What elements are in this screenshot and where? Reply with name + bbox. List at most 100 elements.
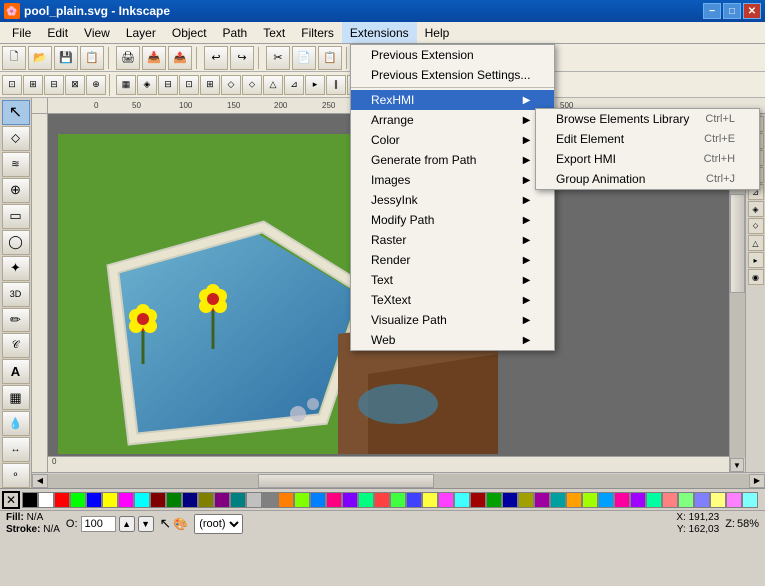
color-swatch[interactable] [150,492,166,508]
cut-button[interactable]: ✂ [266,46,290,70]
ext-web[interactable]: Web ▶ [351,330,554,350]
print-button[interactable]: 🖨 [116,46,140,70]
color-swatch[interactable] [38,492,54,508]
undo-button[interactable]: ↩ [204,46,228,70]
color-swatch[interactable] [630,492,646,508]
ext-generate-from-path[interactable]: Generate from Path ▶ [351,150,554,170]
vscroll-down[interactable]: ▼ [730,458,744,472]
snap-btn2[interactable]: ⊞ [23,75,43,95]
color-swatch[interactable] [70,492,86,508]
snap-btn7[interactable]: ◈ [137,75,157,95]
menu-path[interactable]: Path [215,22,256,43]
color-swatch[interactable] [182,492,198,508]
rexhmi-group-animation[interactable]: Group Animation Ctrl+J [536,169,759,189]
color-swatch[interactable] [262,492,278,508]
hscroll-left[interactable]: ◀ [32,474,48,488]
color-swatch[interactable] [198,492,214,508]
hscroll-right[interactable]: ▶ [749,474,765,488]
minimize-button[interactable]: − [703,3,721,19]
ext-images[interactable]: Images ▶ [351,170,554,190]
snap-btn1[interactable]: ⊡ [2,75,22,95]
node-tool[interactable]: ⬦ [2,126,30,151]
ext-previous-settings[interactable]: Previous Extension Settings... [351,65,554,85]
snap-btn10[interactable]: ⊞ [200,75,220,95]
opacity-input[interactable] [81,516,116,532]
color-swatch[interactable] [102,492,118,508]
snap-btn11[interactable]: ◇ [221,75,241,95]
color-swatch[interactable] [662,492,678,508]
color-swatch[interactable] [326,492,342,508]
color-swatch[interactable] [566,492,582,508]
color-swatch[interactable] [118,492,134,508]
color-swatch[interactable] [422,492,438,508]
rexhmi-browse[interactable]: Browse Elements Library Ctrl+L [536,109,759,129]
new-button[interactable]: 🗋 [2,46,26,70]
color-swatch[interactable] [342,492,358,508]
menu-file[interactable]: File [4,22,39,43]
menu-extensions[interactable]: Extensions [342,22,417,43]
calligraphy-tool[interactable]: 𝒞 [2,333,30,358]
snap-btn13[interactable]: △ [263,75,283,95]
color-swatch[interactable] [454,492,470,508]
color-swatch[interactable] [646,492,662,508]
menu-help[interactable]: Help [417,22,458,43]
rt-btn10[interactable]: ◉ [748,269,764,285]
color-swatch[interactable] [406,492,422,508]
ext-color[interactable]: Color ▶ [351,130,554,150]
color-swatch[interactable] [742,492,758,508]
connector-tool[interactable]: ↔ [2,437,30,462]
ext-jessyink[interactable]: JessyInk ▶ [351,190,554,210]
color-swatch[interactable] [710,492,726,508]
ext-previous[interactable]: Previous Extension [351,45,554,65]
3d-tool[interactable]: 3D [2,282,30,307]
snap-btn15[interactable]: ▸ [305,75,325,95]
color-swatch[interactable] [390,492,406,508]
ext-visualize-path[interactable]: Visualize Path ▶ [351,310,554,330]
hscroll-thumb[interactable] [258,474,433,488]
color-swatch[interactable] [534,492,550,508]
snap-btn4[interactable]: ⊠ [65,75,85,95]
menu-edit[interactable]: Edit [39,22,76,43]
rt-btn6[interactable]: ◈ [748,201,764,217]
color-swatch[interactable] [294,492,310,508]
star-tool[interactable]: ✦ [2,256,30,281]
ext-arrange[interactable]: Arrange ▶ [351,110,554,130]
color-swatch[interactable] [470,492,486,508]
menu-layer[interactable]: Layer [118,22,164,43]
snap-btn6[interactable]: ▦ [116,75,136,95]
color-swatch[interactable] [278,492,294,508]
color-swatch[interactable] [438,492,454,508]
text-tool[interactable]: A [2,359,30,384]
color-swatch[interactable] [598,492,614,508]
color-swatch[interactable] [678,492,694,508]
color-swatch[interactable] [502,492,518,508]
no-color-swatch[interactable]: ✕ [2,491,20,509]
ext-textext[interactable]: TeXtext ▶ [351,290,554,310]
gradient-tool[interactable]: ▦ [2,385,30,410]
circle-tool[interactable]: ◯ [2,230,30,255]
maximize-button[interactable]: □ [723,3,741,19]
rect-tool[interactable]: ▭ [2,204,30,229]
open-button[interactable]: 📂 [28,46,52,70]
ext-raster[interactable]: Raster ▶ [351,230,554,250]
menu-view[interactable]: View [76,22,118,43]
rt-btn9[interactable]: ▸ [748,252,764,268]
rt-btn7[interactable]: ⬦ [748,218,764,234]
ext-text[interactable]: Text ▶ [351,270,554,290]
opacity-up[interactable]: ▲ [119,516,135,532]
color-swatch[interactable] [694,492,710,508]
redo-button[interactable]: ↪ [230,46,254,70]
import-button[interactable]: 📥 [142,46,166,70]
ext-render[interactable]: Render ▶ [351,250,554,270]
color-swatch[interactable] [518,492,534,508]
ext-rexhmi[interactable]: RexHMI ▶ [351,90,554,110]
color-swatch[interactable] [358,492,374,508]
layer-select[interactable]: (root) [194,514,243,534]
menu-text[interactable]: Text [255,22,293,43]
zoom-tool[interactable]: ⊕ [2,178,30,203]
color-swatch[interactable] [54,492,70,508]
color-swatch[interactable] [550,492,566,508]
snap-btn8[interactable]: ⊟ [158,75,178,95]
save-as-button[interactable]: 📋 [80,46,104,70]
paste-button[interactable]: 📋 [318,46,342,70]
